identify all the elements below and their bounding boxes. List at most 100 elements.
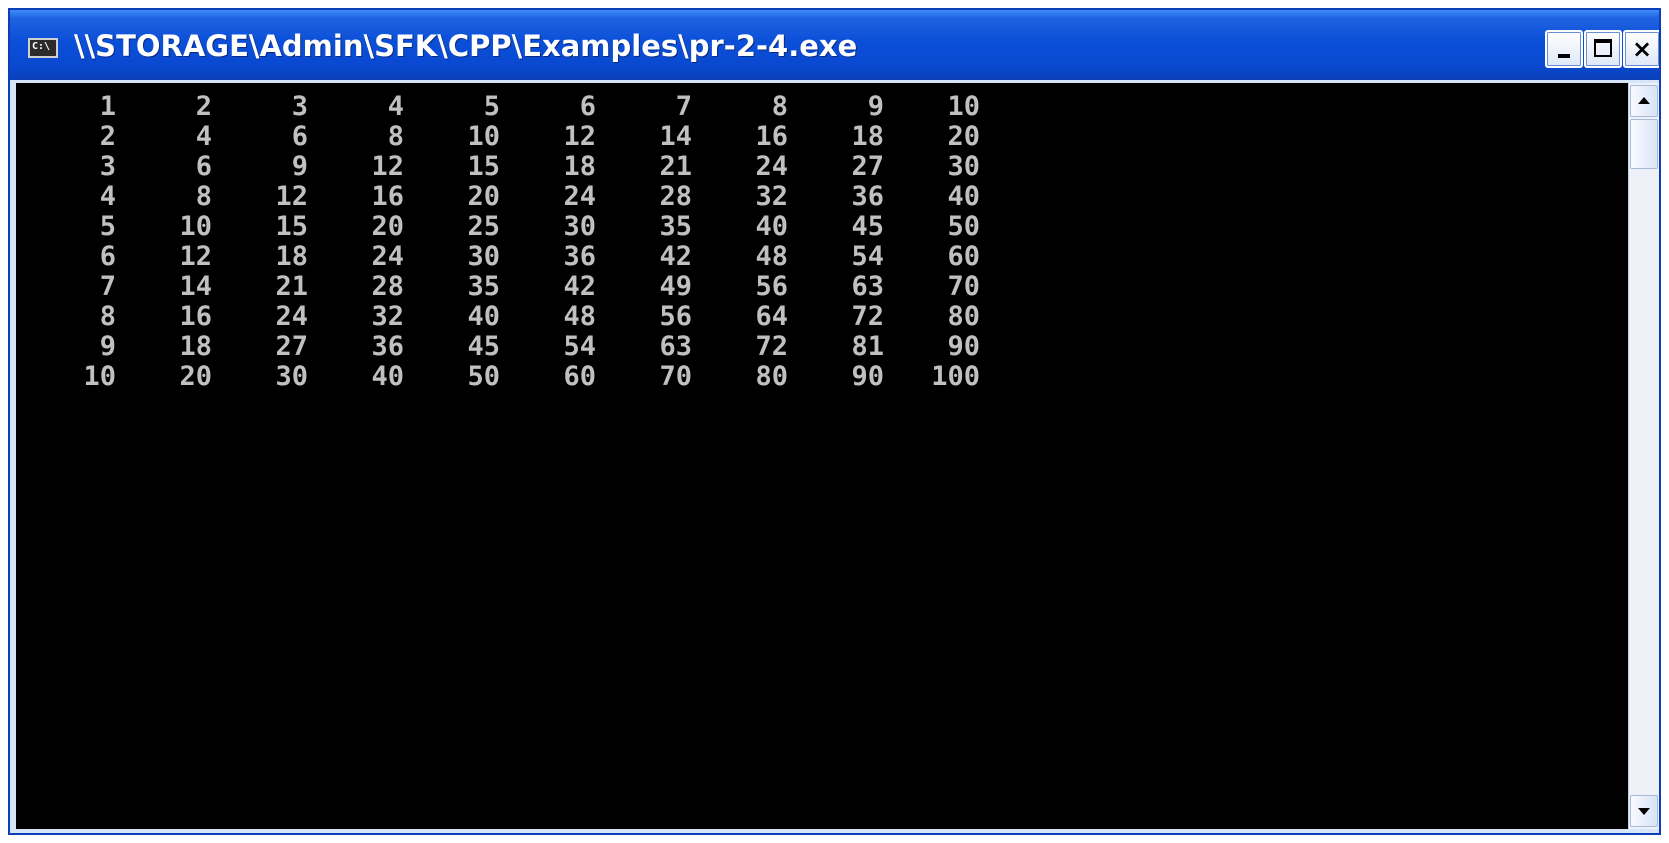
console-line: 4 8 12 16 20 24 28 32 36 40 (16, 182, 1036, 212)
table-cell: 12 (563, 121, 596, 152)
table-cell: 32 (755, 181, 788, 212)
table-cell: 40 (371, 361, 404, 392)
table-cell: 6 (195, 151, 212, 182)
table-cell: 12 (275, 181, 308, 212)
table-cell: 3 (99, 151, 116, 182)
table-cell: 10 (179, 211, 212, 242)
console-line: 8 16 24 32 40 48 56 64 72 80 (16, 302, 1036, 332)
table-cell: 8 (771, 91, 788, 122)
console-icon[interactable]: C:\ (28, 38, 58, 58)
table-cell: 16 (755, 121, 788, 152)
table-cell: 48 (755, 241, 788, 272)
console-line: 7 14 21 28 35 42 49 56 63 70 (16, 272, 1036, 302)
table-cell: 54 (563, 331, 596, 362)
table-cell: 48 (563, 301, 596, 332)
table-cell: 5 (99, 211, 116, 242)
console-line: 6 12 18 24 30 36 42 48 54 60 (16, 242, 1036, 272)
table-cell: 8 (387, 121, 404, 152)
table-cell: 64 (755, 301, 788, 332)
table-cell: 30 (947, 151, 980, 182)
table-cell: 63 (851, 271, 884, 302)
table-cell: 5 (483, 91, 500, 122)
table-cell: 20 (467, 181, 500, 212)
table-cell: 36 (371, 331, 404, 362)
scroll-thumb[interactable] (1630, 119, 1658, 169)
console-line: 2 4 6 8 10 12 14 16 18 20 (16, 122, 1036, 152)
table-cell: 40 (755, 211, 788, 242)
table-cell: 35 (659, 211, 692, 242)
console-icon-label: C:\ (32, 41, 51, 52)
table-cell: 63 (659, 331, 692, 362)
table-cell: 42 (659, 241, 692, 272)
table-cell: 10 (83, 361, 116, 392)
close-icon: × (1631, 35, 1653, 63)
table-cell: 2 (99, 121, 116, 152)
table-cell: 30 (563, 211, 596, 242)
chevron-up-icon (1638, 97, 1650, 104)
console-window: C:\ \\STORAGE\Admin\SFK\CPP\Examples\pr-… (8, 8, 1661, 835)
table-cell: 50 (947, 211, 980, 242)
chevron-down-icon (1638, 808, 1650, 815)
table-cell: 24 (275, 301, 308, 332)
table-cell: 35 (467, 271, 500, 302)
table-cell: 9 (867, 91, 884, 122)
table-cell: 7 (99, 271, 116, 302)
table-cell: 12 (371, 151, 404, 182)
table-cell: 28 (371, 271, 404, 302)
table-cell: 18 (563, 151, 596, 182)
table-cell: 27 (275, 331, 308, 362)
table-cell: 4 (387, 91, 404, 122)
table-cell: 3 (291, 91, 308, 122)
table-cell: 56 (755, 271, 788, 302)
table-cell: 28 (659, 181, 692, 212)
console-line: 9 18 27 36 45 54 63 72 81 90 (16, 332, 1036, 362)
maximize-button[interactable] (1584, 30, 1622, 68)
table-cell: 10 (947, 91, 980, 122)
table-cell: 70 (947, 271, 980, 302)
table-cell: 50 (467, 361, 500, 392)
table-cell: 6 (579, 91, 596, 122)
table-cell: 56 (659, 301, 692, 332)
table-cell: 24 (563, 181, 596, 212)
console-output[interactable]: 1 2 3 4 5 6 7 8 9 10 2 4 6 8 10 12 14 16 18 20 3 6 9 12 15 18 21 24… (16, 83, 1628, 829)
table-cell: 16 (371, 181, 404, 212)
table-cell: 4 (195, 121, 212, 152)
console-line: 5 10 15 20 25 30 35 40 45 50 (16, 212, 1036, 242)
table-cell: 45 (851, 211, 884, 242)
close-button[interactable]: × (1623, 30, 1659, 68)
table-cell: 45 (467, 331, 500, 362)
maximize-icon (1594, 39, 1612, 57)
table-cell: 70 (659, 361, 692, 392)
table-cell: 72 (851, 301, 884, 332)
table-cell: 18 (851, 121, 884, 152)
table-cell: 40 (467, 301, 500, 332)
table-cell: 30 (275, 361, 308, 392)
table-cell: 30 (467, 241, 500, 272)
console-line: 10 20 30 40 50 60 70 80 90 100 (16, 362, 1036, 392)
window-title: \\STORAGE\Admin\SFK\CPP\Examples\pr-2-4.… (74, 29, 858, 63)
table-cell: 20 (179, 361, 212, 392)
table-cell: 18 (179, 331, 212, 362)
console-line: 1 2 3 4 5 6 7 8 9 10 (16, 92, 1036, 122)
table-cell: 6 (291, 121, 308, 152)
table-cell: 10 (467, 121, 500, 152)
scroll-down-button[interactable] (1630, 795, 1658, 827)
table-cell: 40 (947, 181, 980, 212)
table-cell: 12 (179, 241, 212, 272)
scroll-up-button[interactable] (1630, 85, 1658, 117)
table-cell: 80 (947, 301, 980, 332)
table-cell: 9 (291, 151, 308, 182)
minimize-button[interactable] (1545, 30, 1583, 68)
title-bar[interactable]: C:\ \\STORAGE\Admin\SFK\CPP\Examples\pr-… (10, 10, 1659, 80)
table-cell: 36 (851, 181, 884, 212)
vertical-scrollbar[interactable] (1628, 83, 1659, 829)
table-cell: 8 (195, 181, 212, 212)
table-cell: 90 (947, 331, 980, 362)
table-cell: 6 (99, 241, 116, 272)
table-cell: 54 (851, 241, 884, 272)
table-cell: 16 (179, 301, 212, 332)
table-cell: 14 (659, 121, 692, 152)
table-cell: 21 (659, 151, 692, 182)
table-cell: 36 (563, 241, 596, 272)
table-cell: 8 (99, 301, 116, 332)
